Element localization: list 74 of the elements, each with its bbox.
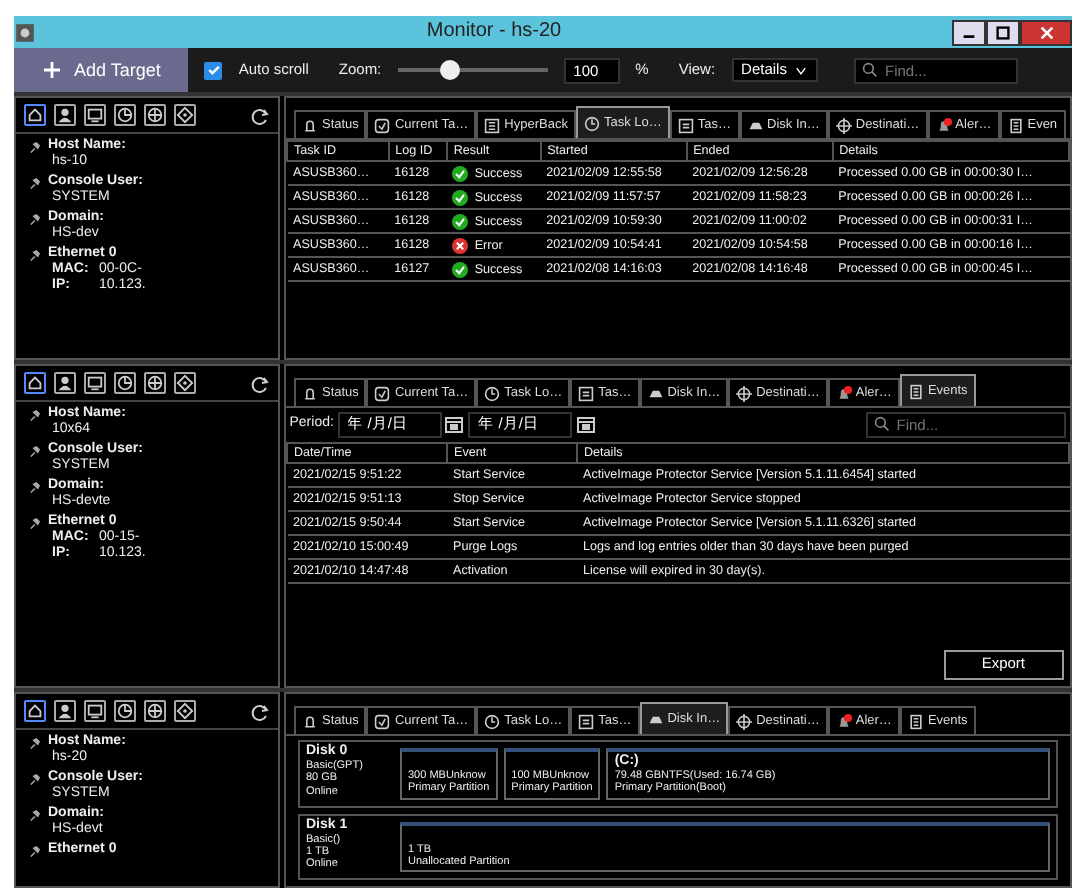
caret-icon [793, 63, 808, 77]
check-icon [374, 713, 391, 729]
clock-icon [484, 385, 501, 401]
pin-icon [28, 139, 42, 154]
pin-icon [28, 443, 42, 458]
app-icon [14, 21, 36, 43]
globe-icon[interactable] [144, 104, 166, 126]
crosshair-icon [736, 385, 753, 401]
pin-icon [28, 407, 42, 422]
list-icon [578, 385, 595, 401]
pin-icon [28, 479, 42, 494]
pin-icon [28, 211, 42, 226]
check-circle-icon [452, 189, 469, 206]
document-icon [907, 383, 924, 399]
pin-icon [28, 807, 42, 822]
bell-icon [835, 385, 852, 401]
check-circle-icon [452, 165, 469, 182]
close-button[interactable] [1020, 19, 1072, 45]
crosshair-icon[interactable] [174, 700, 196, 722]
auto-scroll-checkbox[interactable] [204, 61, 223, 79]
bell-icon [302, 117, 318, 133]
globe-icon[interactable] [144, 372, 166, 394]
pin-icon [28, 843, 42, 858]
document-icon [1007, 117, 1024, 133]
list-icon [578, 713, 595, 729]
crosshair-icon [736, 713, 753, 729]
calendar-icon[interactable] [444, 414, 465, 435]
pin-icon [28, 771, 42, 786]
calendar-icon[interactable] [575, 414, 596, 435]
globe-icon[interactable] [144, 700, 166, 722]
pin-icon [28, 175, 42, 190]
clock-icon [484, 713, 501, 729]
home-icon[interactable] [24, 700, 46, 722]
user-icon[interactable] [54, 700, 76, 722]
check-circle-icon [452, 213, 469, 230]
bell-icon [935, 117, 952, 133]
bell-icon [302, 713, 318, 729]
check-icon [374, 385, 391, 401]
slider-thumb[interactable] [439, 60, 460, 80]
home-icon[interactable] [24, 104, 46, 126]
bell-icon [302, 385, 318, 401]
refresh-icon[interactable] [250, 373, 270, 393]
check-circle-icon [452, 261, 469, 278]
error-icon [452, 237, 469, 254]
maximize-button[interactable] [986, 19, 1020, 45]
pin-icon [28, 735, 42, 750]
monitor-icon[interactable] [84, 700, 106, 722]
crosshair-icon [835, 117, 852, 133]
pie-chart-icon[interactable] [114, 372, 136, 394]
list-icon [484, 117, 501, 133]
list-icon [677, 117, 694, 133]
monitor-icon[interactable] [84, 372, 106, 394]
crosshair-icon[interactable] [174, 372, 196, 394]
home-icon[interactable] [24, 372, 46, 394]
bell-icon [835, 713, 852, 729]
maximize-icon [994, 23, 1012, 41]
user-icon[interactable] [54, 372, 76, 394]
refresh-icon[interactable] [250, 701, 270, 721]
plus-icon [42, 60, 62, 80]
pin-icon [28, 515, 42, 530]
window-title: Monitor - hs-20 [424, 20, 564, 44]
pie-chart-icon[interactable] [114, 104, 136, 126]
pie-chart-icon[interactable] [114, 700, 136, 722]
minimize-button[interactable] [952, 19, 986, 45]
monitor-icon[interactable] [84, 104, 106, 126]
refresh-icon[interactable] [250, 105, 270, 125]
crosshair-icon[interactable] [174, 104, 196, 126]
document-icon [907, 713, 924, 729]
add-target-button[interactable]: Add Target [14, 48, 189, 92]
close-icon [1037, 23, 1055, 41]
clock-icon [583, 115, 600, 131]
user-icon[interactable] [54, 104, 76, 126]
pin-icon [28, 247, 42, 262]
check-icon [374, 117, 391, 133]
